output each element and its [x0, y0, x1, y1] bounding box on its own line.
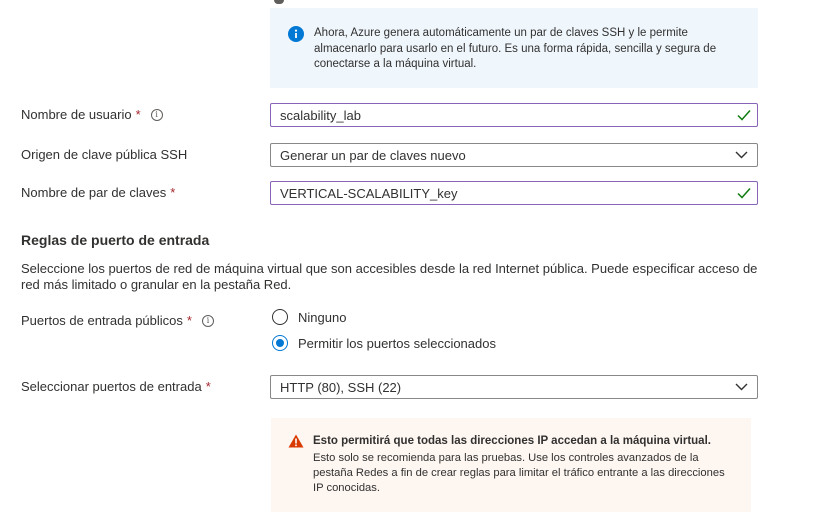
required-asterisk: * [170, 185, 176, 200]
warning-title: Esto permitirá que todas las direcciones… [313, 435, 711, 447]
radio-allow-selected-label: Permitir los puertos seleccionados [298, 335, 496, 351]
username-value: scalability_lab [280, 108, 361, 123]
key-pair-label: Nombre de par de claves * [21, 185, 175, 200]
public-ports-label: Puertos de entrada públicos * i [21, 313, 214, 328]
info-banner: Ahora, Azure genera automáticamente un p… [270, 8, 758, 88]
public-ports-label-text: Puertos de entrada públicos [21, 313, 183, 328]
chevron-down-icon [735, 151, 748, 159]
chevron-down-icon [735, 383, 748, 391]
info-text: Ahora, Azure genera automáticamente un p… [314, 27, 717, 70]
select-ports-dropdown[interactable]: HTTP (80), SSH (22) [270, 375, 758, 399]
radio-circle[interactable] [272, 309, 288, 325]
required-asterisk: * [205, 379, 211, 394]
inbound-rules-description: Seleccione los puertos de red de máquina… [21, 261, 758, 292]
key-pair-input[interactable]: VERTICAL-SCALABILITY_key [270, 181, 758, 205]
ssh-source-label: Origen de clave pública SSH [21, 147, 187, 162]
select-ports-value: HTTP (80), SSH (22) [280, 380, 402, 395]
required-asterisk: * [186, 313, 192, 328]
ssh-source-value: Generar un par de claves nuevo [280, 148, 466, 163]
radio-allow-selected[interactable]: Permitir los puertos seleccionados [272, 335, 496, 351]
warning-banner: Esto permitirá que todas las direcciones… [271, 418, 751, 512]
radio-none[interactable]: Ninguno [272, 309, 346, 325]
username-input[interactable]: scalability_lab [270, 103, 758, 127]
required-asterisk: * [135, 107, 141, 122]
radio-circle-selected[interactable] [272, 335, 288, 351]
partial-icon [274, 0, 284, 4]
username-label: Nombre de usuario * i [21, 107, 163, 122]
warning-icon [288, 434, 304, 448]
valid-check-icon [737, 110, 751, 121]
info-icon [288, 26, 304, 42]
select-ports-label-text: Seleccionar puertos de entrada [21, 379, 202, 394]
info-tooltip-icon[interactable]: i [150, 108, 163, 121]
warning-text: Esto solo se recomienda para las pruebas… [313, 452, 725, 494]
radio-none-label: Ninguno [298, 309, 347, 325]
ssh-source-dropdown[interactable]: Generar un par de claves nuevo [270, 143, 758, 167]
ssh-source-label-text: Origen de clave pública SSH [21, 147, 188, 162]
info-tooltip-icon[interactable]: i [201, 314, 214, 327]
valid-check-icon [737, 188, 751, 199]
key-pair-value: VERTICAL-SCALABILITY_key [280, 186, 458, 201]
username-label-text: Nombre de usuario [21, 107, 132, 122]
select-ports-label: Seleccionar puertos de entrada * [21, 379, 211, 394]
inbound-rules-title: Reglas de puerto de entrada [21, 232, 210, 248]
key-pair-label-text: Nombre de par de claves [21, 185, 167, 200]
